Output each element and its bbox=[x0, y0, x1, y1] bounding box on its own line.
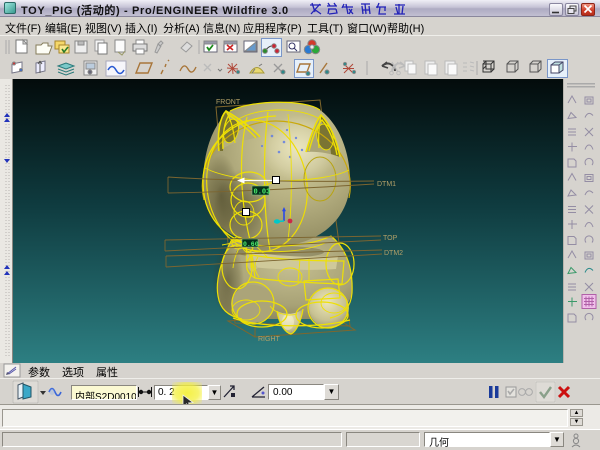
svg-text:TOP: TOP bbox=[383, 235, 398, 242]
svg-text:DTM1: DTM1 bbox=[377, 181, 396, 188]
svg-text:0.60: 0.60 bbox=[243, 241, 259, 248]
svg-text:DTM2: DTM2 bbox=[384, 250, 403, 257]
svg-text:RIGHT: RIGHT bbox=[258, 336, 281, 343]
svg-text:0.03: 0.03 bbox=[254, 189, 271, 197]
svg-text:FRONT: FRONT bbox=[216, 99, 241, 106]
